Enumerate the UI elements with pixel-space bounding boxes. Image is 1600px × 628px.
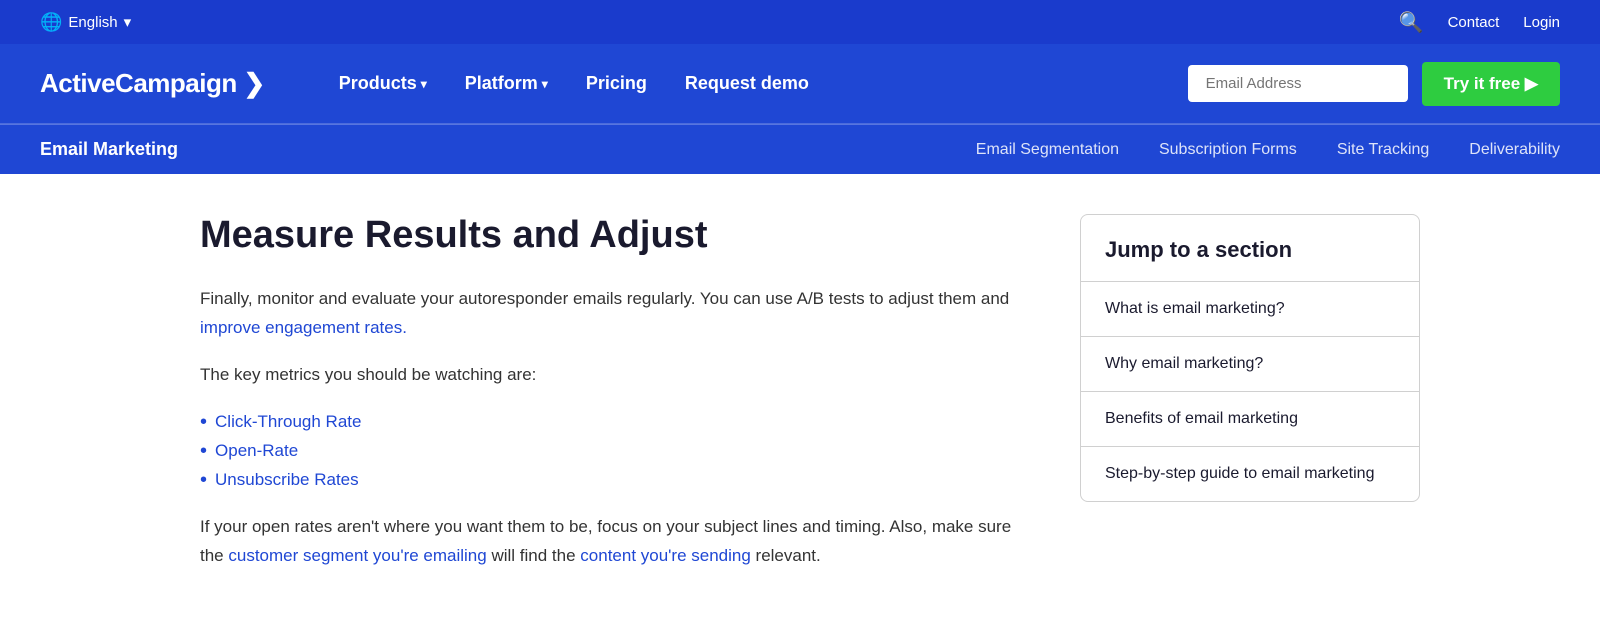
nav-request-demo[interactable]: Request demo: [671, 65, 823, 102]
globe-icon: 🌐: [40, 12, 62, 33]
nav-request-demo-label: Request demo: [685, 73, 809, 94]
highlight-content: content you're sending: [580, 546, 751, 565]
email-input[interactable]: [1188, 65, 1408, 102]
bullet-click-through: Click-Through Rate: [200, 408, 1020, 437]
subnav-title: Email Marketing: [40, 139, 178, 160]
article-para2: The key metrics you should be watching a…: [200, 361, 1020, 390]
contact-link[interactable]: Contact: [1448, 14, 1500, 31]
nav-bar: ActiveCampaign ❯ Products ▾ Platform ▾ P…: [0, 44, 1600, 124]
platform-chevron: ▾: [542, 77, 548, 91]
products-chevron: ▾: [421, 77, 427, 91]
jump-item-what[interactable]: What is email marketing?: [1081, 282, 1419, 337]
bullet-open-rate: Open-Rate: [200, 437, 1020, 466]
jump-box-title: Jump to a section: [1105, 237, 1395, 263]
nav-right: Try it free ▶: [1188, 62, 1560, 106]
highlight-engagement: improve engagement rates.: [200, 318, 407, 337]
login-link[interactable]: Login: [1523, 14, 1560, 31]
article-para3: If your open rates aren't where you want…: [200, 513, 1020, 571]
language-label: English: [68, 14, 117, 31]
subnav-deliverability[interactable]: Deliverability: [1469, 141, 1560, 159]
jump-sidebar: Jump to a section What is email marketin…: [1080, 214, 1420, 588]
try-it-free-button[interactable]: Try it free ▶: [1422, 62, 1560, 106]
subnav-email-segmentation[interactable]: Email Segmentation: [976, 141, 1119, 159]
language-chevron: ▾: [124, 13, 132, 31]
subnav-subscription-forms[interactable]: Subscription Forms: [1159, 141, 1297, 159]
language-selector[interactable]: 🌐 English ▾: [40, 12, 131, 33]
bullet-unsubscribe: Unsubscribe Rates: [200, 466, 1020, 495]
nav-platform[interactable]: Platform ▾: [451, 65, 562, 102]
logo[interactable]: ActiveCampaign ❯: [40, 68, 265, 99]
search-icon[interactable]: 🔍: [1399, 10, 1424, 35]
highlight-segment: customer segment you're emailing: [228, 546, 486, 565]
nav-products[interactable]: Products ▾: [325, 65, 441, 102]
nav-pricing-label: Pricing: [586, 73, 647, 94]
jump-item-benefits[interactable]: Benefits of email marketing: [1081, 392, 1419, 447]
nav-platform-label: Platform: [465, 73, 538, 94]
top-bar: 🌐 English ▾ 🔍 Contact Login: [0, 0, 1600, 44]
article-para1: Finally, monitor and evaluate your autor…: [200, 285, 1020, 343]
jump-box: Jump to a section What is email marketin…: [1080, 214, 1420, 502]
sub-nav-links: Email Segmentation Subscription Forms Si…: [976, 141, 1560, 159]
nav-products-label: Products: [339, 73, 417, 94]
jump-item-guide[interactable]: Step-by-step guide to email marketing: [1081, 447, 1419, 501]
main-content: Measure Results and Adjust Finally, moni…: [0, 174, 1600, 628]
article-heading: Measure Results and Adjust: [200, 214, 1020, 257]
nav-pricing[interactable]: Pricing: [572, 65, 661, 102]
nav-links: Products ▾ Platform ▾ Pricing Request de…: [325, 65, 1188, 102]
jump-item-why[interactable]: Why email marketing?: [1081, 337, 1419, 392]
bullet-list: Click-Through Rate Open-Rate Unsubscribe…: [200, 408, 1020, 495]
article-section: Measure Results and Adjust Finally, moni…: [200, 214, 1020, 588]
jump-box-header: Jump to a section: [1081, 215, 1419, 282]
sub-nav: Email Marketing Email Segmentation Subsc…: [0, 124, 1600, 174]
top-bar-right: 🔍 Contact Login: [1399, 10, 1560, 35]
subnav-site-tracking[interactable]: Site Tracking: [1337, 141, 1429, 159]
